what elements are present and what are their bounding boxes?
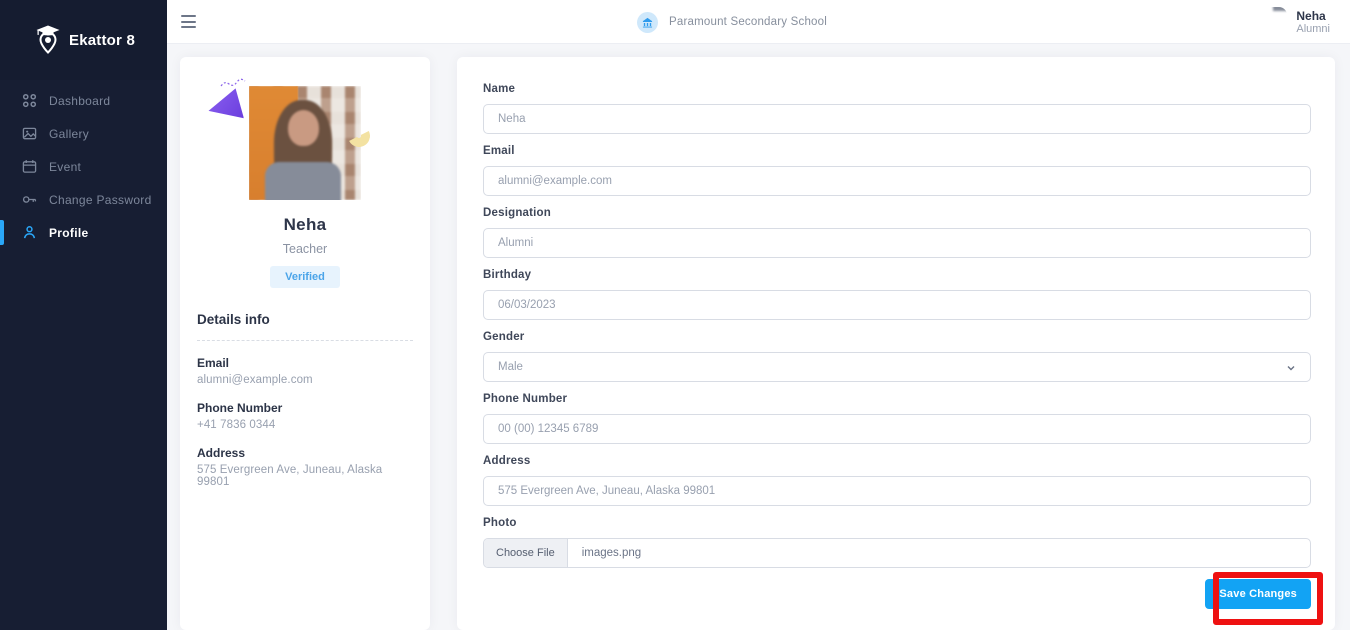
- sidebar-item-dashboard[interactable]: Dashboard: [0, 84, 167, 117]
- logo[interactable]: Ekattor 8: [0, 0, 167, 80]
- dashboard-grid-icon: [22, 93, 37, 108]
- sidebar-item-label: Change Password: [49, 193, 152, 207]
- sidebar-item-label: Event: [49, 160, 81, 174]
- detail-item-email: Email alumni@example.com: [197, 356, 413, 386]
- details-info-title: Details info: [197, 312, 413, 327]
- photo-file-input[interactable]: Choose File images.png: [483, 538, 1311, 568]
- logo-text: Ekattor 8: [69, 32, 135, 49]
- verified-badge: Verified: [270, 266, 340, 288]
- sidebar-nav: Dashboard Gallery: [0, 80, 167, 249]
- ekattor-logo-icon: [36, 25, 60, 55]
- phone-field[interactable]: [483, 414, 1311, 444]
- sidebar-item-profile[interactable]: Profile: [0, 216, 167, 249]
- dashed-divider: [197, 340, 413, 341]
- key-icon: [22, 192, 37, 207]
- save-changes-button[interactable]: Save Changes: [1205, 579, 1311, 609]
- email-label: Email: [483, 145, 1311, 157]
- detail-value: alumni@example.com: [197, 374, 413, 386]
- header-user-role: Alumni: [1296, 23, 1330, 36]
- detail-value: +41 7836 0344: [197, 419, 413, 431]
- sidebar-item-gallery[interactable]: Gallery: [0, 117, 167, 150]
- event-calendar-icon: [22, 159, 37, 174]
- gallery-image-icon: [22, 126, 37, 141]
- email-field[interactable]: [483, 166, 1311, 196]
- profile-name: Neha: [197, 215, 413, 235]
- school-name: Paramount Secondary School: [669, 16, 827, 28]
- detail-label: Email: [197, 356, 413, 370]
- address-label: Address: [483, 455, 1311, 467]
- school-selector[interactable]: Paramount Secondary School: [637, 7, 827, 37]
- phone-label: Phone Number: [483, 393, 1311, 405]
- name-label: Name: [483, 83, 1311, 95]
- profile-photo: [249, 86, 361, 200]
- detail-item-phone: Phone Number +41 7836 0344: [197, 401, 413, 431]
- birthday-label: Birthday: [483, 269, 1311, 281]
- header-user-menu[interactable]: Neha Alumni: [1257, 7, 1330, 37]
- top-header: Paramount Secondary School Neha Alumni: [167, 0, 1350, 44]
- name-field[interactable]: [483, 104, 1311, 134]
- user-avatar: [1257, 7, 1287, 37]
- chevron-down-icon: [1286, 363, 1296, 373]
- sidebar-item-event[interactable]: Event: [0, 150, 167, 183]
- designation-label: Designation: [483, 207, 1311, 219]
- profile-role: Teacher: [197, 242, 413, 256]
- squiggle-decoration: [220, 77, 246, 89]
- gender-selected-value: Male: [498, 361, 523, 373]
- app-window: Ekattor 8 Dashboard: [0, 0, 1350, 630]
- designation-field[interactable]: [483, 228, 1311, 258]
- detail-label: Address: [197, 446, 413, 460]
- edit-profile-form-card: Name Email Designation Birthday Gender M…: [457, 57, 1335, 630]
- photo-label: Photo: [483, 517, 1311, 529]
- triangle-decoration: [206, 88, 244, 124]
- choose-file-button[interactable]: Choose File: [484, 539, 568, 567]
- profile-summary-card: Neha Teacher Verified Details info Email…: [180, 57, 430, 630]
- main-content: Neha Teacher Verified Details info Email…: [167, 44, 1350, 630]
- detail-value: 575 Evergreen Ave, Juneau, Alaska 99801: [197, 464, 413, 488]
- sidebar-item-label: Profile: [49, 226, 88, 240]
- sidebar: Ekattor 8 Dashboard: [0, 0, 167, 630]
- sidebar-item-label: Gallery: [49, 127, 89, 141]
- detail-item-address: Address 575 Evergreen Ave, Juneau, Alask…: [197, 446, 413, 488]
- hamburger-menu-icon[interactable]: [181, 15, 196, 28]
- birthday-field[interactable]: [483, 290, 1311, 320]
- sidebar-item-label: Dashboard: [49, 94, 110, 108]
- address-field[interactable]: [483, 476, 1311, 506]
- gender-select[interactable]: Male: [483, 352, 1311, 382]
- gender-label: Gender: [483, 331, 1311, 343]
- person-icon: [22, 225, 37, 240]
- detail-label: Phone Number: [197, 401, 413, 415]
- sidebar-item-change-password[interactable]: Change Password: [0, 183, 167, 216]
- header-user-name: Neha: [1296, 9, 1330, 23]
- file-name-text: images.png: [568, 539, 641, 567]
- school-building-icon: [637, 12, 658, 33]
